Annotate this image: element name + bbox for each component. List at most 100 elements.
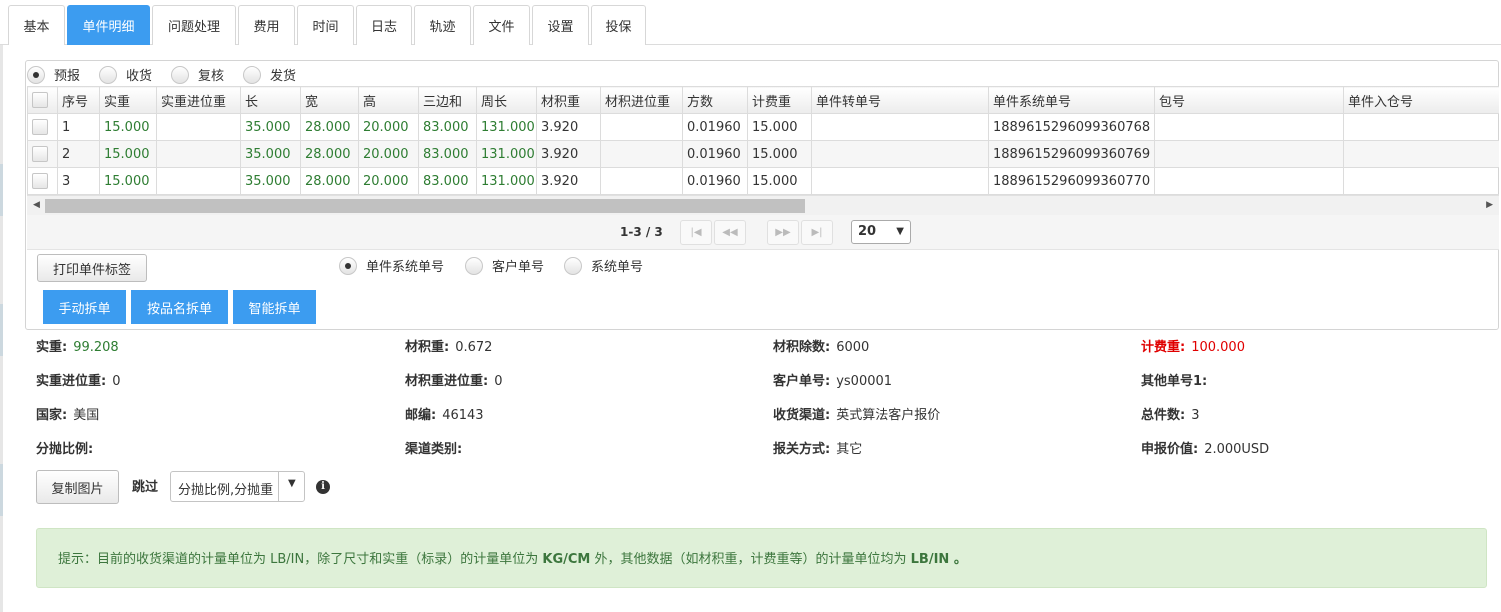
scroll-left-icon[interactable]: ◀ (33, 200, 40, 210)
copy-image-button[interactable]: 复制图片 (36, 470, 119, 504)
table-cell: 35.000 (240, 140, 301, 168)
select-all-checkbox[interactable] (32, 92, 48, 108)
page-size-select[interactable]: 20 ▼ (851, 220, 911, 244)
tab-basic[interactable]: 基本 (8, 5, 65, 45)
radio-button[interactable] (339, 256, 357, 275)
column-header[interactable]: 单件系统单号 (988, 86, 1155, 114)
print-label-button[interactable]: 打印单件标签 (37, 254, 147, 282)
column-header[interactable]: 单件入仓号 (1343, 86, 1499, 114)
column-header[interactable]: 方数 (682, 86, 748, 114)
radio-button[interactable] (465, 256, 483, 275)
manual-split-button[interactable]: 手动拆单 (43, 290, 126, 324)
tab-issues[interactable]: 问题处理 (152, 5, 236, 45)
row-select-cell[interactable] (27, 113, 58, 141)
page-info: 1-3 / 3 (620, 225, 663, 239)
field-actual-rounded-weight: 实重进位重: 0 (36, 374, 121, 389)
radio-label: 客户单号 (492, 260, 545, 275)
left-edge-strip (0, 44, 3, 612)
row-checkbox[interactable] (32, 119, 48, 135)
skip-select[interactable]: 分抛比例,分抛重 ▼ (170, 471, 305, 502)
table-cell: 83.000 (418, 113, 477, 141)
table-row[interactable]: 1 15.000 35.000 28.000 20.000 83.000 131… (27, 113, 1499, 141)
label-radio-piece-system-no[interactable]: 单件系统单号 (339, 256, 465, 275)
table-cell (1154, 140, 1344, 168)
field-declared-value: 申报价值: 2.000USD (1141, 442, 1270, 457)
table-cell: 35.000 (240, 113, 301, 141)
label-radio-customer-no[interactable]: 客户单号 (465, 256, 564, 275)
tab-files[interactable]: 文件 (473, 5, 530, 45)
table-cell: 3.920 (536, 167, 601, 195)
status-radio-shipped[interactable]: 发货 (243, 65, 315, 84)
info-icon[interactable]: i (316, 480, 330, 494)
column-header[interactable]: 实重 (99, 86, 157, 114)
table-cell: 15.000 (99, 140, 157, 168)
column-header[interactable]: 包号 (1154, 86, 1344, 114)
column-header[interactable]: 实重进位重 (156, 86, 241, 114)
table-cell: 131.000 (476, 113, 537, 141)
unit-notice: 提示：目前的收货渠道的计量单位为 LB/IN，除了尺寸和实重（标录）的计量单位为… (36, 528, 1487, 588)
table-cell: 15.000 (747, 113, 812, 141)
tab-piece-detail[interactable]: 单件明细 (67, 5, 150, 45)
horizontal-scrollbar[interactable]: ◀ ▶ (27, 195, 1499, 215)
column-header[interactable]: 长 (240, 86, 301, 114)
smart-split-button[interactable]: 智能拆单 (233, 290, 316, 324)
table-cell: 15.000 (747, 167, 812, 195)
label-radio-system-no[interactable]: 系统单号 (564, 256, 663, 275)
column-header[interactable]: 序号 (57, 86, 100, 114)
tab-fees[interactable]: 费用 (238, 5, 295, 45)
radio-button[interactable] (27, 65, 45, 84)
column-header[interactable]: 材积重 (536, 86, 601, 114)
tab-time[interactable]: 时间 (297, 5, 354, 45)
status-radio-review[interactable]: 复核 (171, 65, 243, 84)
first-page-icon[interactable]: |◀ (680, 220, 712, 245)
status-radio-received[interactable]: 收货 (99, 65, 171, 84)
last-page-icon[interactable]: ▶| (801, 220, 833, 245)
select-all-cell[interactable] (27, 86, 58, 114)
table-cell: 15.000 (99, 167, 157, 195)
column-header[interactable]: 材积进位重 (600, 86, 683, 114)
table-cell (1343, 140, 1499, 168)
column-header[interactable]: 单件转单号 (811, 86, 989, 114)
table-row[interactable]: 3 15.000 35.000 28.000 20.000 83.000 131… (27, 167, 1499, 195)
row-select-cell[interactable] (27, 140, 58, 168)
table-cell: 3.920 (536, 113, 601, 141)
column-header[interactable]: 周长 (476, 86, 537, 114)
row-select-cell[interactable] (27, 167, 58, 195)
row-checkbox[interactable] (32, 146, 48, 162)
tab-track[interactable]: 轨迹 (414, 5, 471, 45)
table-cell (1154, 113, 1344, 141)
table-cell: 1889615296099360770 (988, 167, 1155, 195)
column-header[interactable]: 宽 (300, 86, 359, 114)
table-row[interactable]: 2 15.000 35.000 28.000 20.000 83.000 131… (27, 140, 1499, 168)
scrollbar-thumb[interactable] (45, 199, 805, 213)
tab-log[interactable]: 日志 (356, 5, 412, 45)
field-customer-no: 客户单号: ys00001 (773, 374, 893, 389)
status-radio-forecast[interactable]: 预报 (27, 65, 99, 84)
table-cell (156, 167, 241, 195)
column-header[interactable]: 计费重 (747, 86, 812, 114)
table-cell (811, 140, 989, 168)
table-cell: 1 (57, 113, 100, 141)
column-header[interactable]: 高 (358, 86, 419, 114)
tab-settings[interactable]: 设置 (532, 5, 589, 45)
tab-insurance[interactable]: 投保 (591, 5, 646, 45)
skip-select-value: 分抛比例,分抛重 (178, 483, 274, 498)
radio-button[interactable] (99, 65, 117, 84)
left-edge-marker (0, 164, 3, 216)
radio-button[interactable] (243, 65, 261, 84)
next-page-icon[interactable]: ▶▶ (767, 220, 799, 245)
prev-page-icon[interactable]: ◀◀ (714, 220, 746, 245)
row-checkbox[interactable] (32, 173, 48, 189)
column-header[interactable]: 三边和 (418, 86, 477, 114)
table-cell (156, 113, 241, 141)
split-by-name-button[interactable]: 按品名拆单 (131, 290, 228, 324)
radio-button[interactable] (171, 65, 189, 84)
scroll-right-icon[interactable]: ▶ (1486, 200, 1493, 210)
field-receiving-channel: 收货渠道: 英式算法客户报价 (773, 408, 941, 423)
table-cell: 131.000 (476, 167, 537, 195)
table-cell: 15.000 (99, 113, 157, 141)
radio-button[interactable] (564, 256, 582, 275)
skip-label: 跳过 (132, 480, 159, 495)
notice-unit: KG/CM (542, 552, 591, 567)
table-cell: 3 (57, 167, 100, 195)
